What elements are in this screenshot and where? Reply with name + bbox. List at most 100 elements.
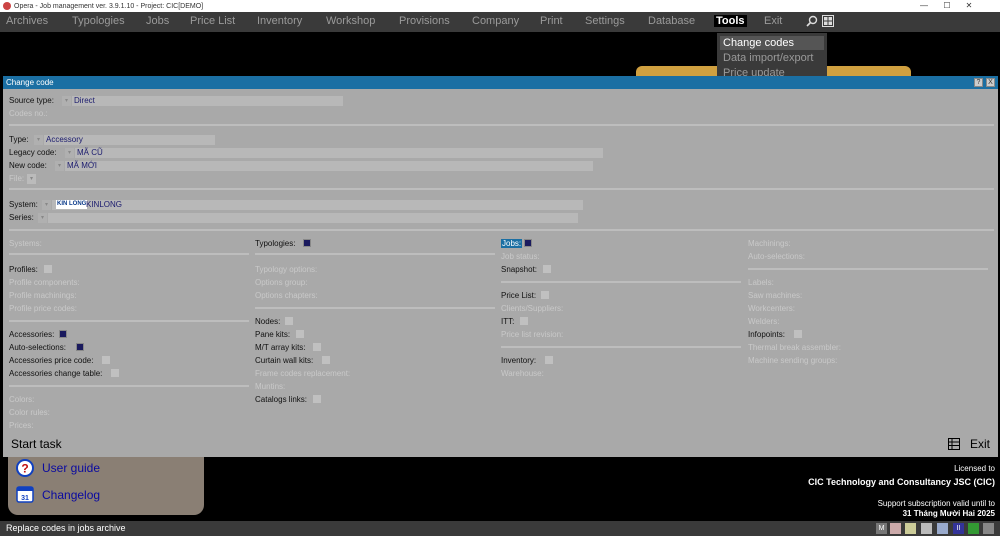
save-icon[interactable] bbox=[937, 523, 948, 534]
legacy-code-field[interactable]: MÃ CŨ bbox=[75, 148, 603, 158]
curtain-wall-kits-label: Curtain wall kits: bbox=[255, 356, 314, 365]
accessories-change-table-checkbox[interactable] bbox=[111, 369, 119, 377]
menu-item-change-codes[interactable]: Change codes bbox=[720, 36, 824, 50]
price-list-revision-label: Price list revision: bbox=[501, 330, 564, 339]
thermal-break-assembler-label: Thermal break assembler: bbox=[748, 343, 841, 352]
catalogs-links-checkbox[interactable] bbox=[313, 395, 321, 403]
system-dropdown-button[interactable]: ▾ bbox=[42, 200, 51, 210]
infopoints-checkbox[interactable] bbox=[794, 330, 802, 338]
snapshot-label: Snapshot: bbox=[501, 265, 538, 274]
menu-exit[interactable]: Exit bbox=[764, 15, 782, 27]
inventory-checkbox[interactable] bbox=[545, 356, 553, 364]
type-dropdown-button[interactable]: ▾ bbox=[34, 135, 43, 145]
legacy-code-dropdown-button[interactable]: ▾ bbox=[65, 148, 74, 158]
machine-auto-selections-label: Auto-selections: bbox=[748, 252, 805, 261]
accessories-change-table-label: Accessories change table: bbox=[9, 369, 103, 378]
profile-machinings-label: Profile machinings: bbox=[9, 291, 77, 300]
m-icon[interactable]: M bbox=[876, 523, 887, 534]
menu-archives[interactable]: Archives bbox=[6, 15, 48, 27]
user-guide-link[interactable]: User guide bbox=[42, 461, 100, 475]
status-text: Replace codes in jobs archive bbox=[6, 523, 126, 533]
support-date: 31 Tháng Mười Hai 2025 bbox=[902, 509, 995, 518]
series-dropdown-button[interactable]: ▾ bbox=[38, 213, 47, 223]
windows-grid-icon[interactable] bbox=[822, 15, 834, 27]
new-code-dropdown-button[interactable]: ▾ bbox=[55, 161, 64, 171]
nodes-label: Nodes: bbox=[255, 317, 281, 326]
menu-company[interactable]: Company bbox=[472, 15, 519, 27]
typologies-label: Typologies: bbox=[255, 239, 296, 248]
minimize-button[interactable]: — bbox=[917, 0, 931, 12]
curtain-wall-kits-checkbox[interactable] bbox=[322, 356, 330, 364]
separator bbox=[9, 124, 994, 126]
price-list-checkbox[interactable] bbox=[541, 291, 549, 299]
pane-kits-checkbox[interactable] bbox=[296, 330, 304, 338]
color-rules-label: Color rules: bbox=[9, 408, 50, 417]
system-label: System: bbox=[9, 200, 38, 209]
licensee-company: CIC Technology and Consultancy JSC (CIC) bbox=[808, 477, 995, 487]
maximize-button[interactable]: ☐ bbox=[940, 0, 954, 12]
menu-price-list[interactable]: Price List bbox=[190, 15, 235, 27]
series-label: Series: bbox=[9, 213, 34, 222]
auto-selections-label: Auto-selections: bbox=[9, 343, 66, 352]
file-browse-button[interactable]: ▾ bbox=[27, 174, 36, 184]
menu-inventory[interactable]: Inventory bbox=[257, 15, 302, 27]
calendar-icon: 31 bbox=[16, 486, 34, 503]
help-panel: ? User guide 31 Changelog bbox=[8, 457, 204, 515]
colors-label: Colors: bbox=[9, 395, 35, 404]
accessories-price-code-checkbox[interactable] bbox=[102, 356, 110, 364]
separator bbox=[748, 268, 988, 270]
jobs-label-text: Jobs: bbox=[501, 239, 523, 248]
source-type-dropdown-button[interactable]: ▾ bbox=[62, 96, 71, 106]
changelog-link[interactable]: Changelog bbox=[42, 488, 100, 502]
separator bbox=[9, 253, 249, 255]
auto-selections-checkbox[interactable] bbox=[76, 343, 84, 351]
catalogs-links-label: Catalogs links: bbox=[255, 395, 308, 404]
print-preview-icon[interactable] bbox=[890, 523, 901, 534]
menu-jobs[interactable]: Jobs bbox=[146, 15, 169, 27]
menu-tools[interactable]: Tools bbox=[714, 15, 747, 27]
kinlong-logo: KIN LONG bbox=[56, 200, 88, 209]
trash-icon[interactable] bbox=[983, 523, 994, 534]
source-type-field[interactable]: Direct bbox=[72, 96, 343, 106]
search-icon[interactable] bbox=[806, 15, 818, 27]
support-label: Support subscription valid until to bbox=[877, 499, 995, 508]
menu-typologies[interactable]: Typologies bbox=[72, 15, 125, 27]
snapshot-checkbox[interactable] bbox=[543, 265, 551, 273]
menu-settings[interactable]: Settings bbox=[585, 15, 625, 27]
menu-database[interactable]: Database bbox=[648, 15, 695, 27]
start-task-button[interactable]: Start task bbox=[11, 437, 62, 451]
mt-array-kits-checkbox[interactable] bbox=[313, 343, 321, 351]
monitor-icon[interactable] bbox=[921, 523, 932, 534]
clients-suppliers-label: Clients/Suppliers: bbox=[501, 304, 564, 313]
series-field[interactable] bbox=[48, 213, 578, 223]
mail-icon[interactable] bbox=[905, 523, 916, 534]
menu-workshop[interactable]: Workshop bbox=[326, 15, 375, 27]
window-titlebar: Opera - Job management ver. 3.9.1.10 - P… bbox=[0, 0, 1000, 12]
book-icon[interactable] bbox=[968, 523, 979, 534]
jobs-checkbox[interactable] bbox=[524, 239, 532, 247]
menu-item-data-import-export[interactable]: Data import/export bbox=[720, 51, 824, 65]
labels-label: Labels: bbox=[748, 278, 774, 287]
accessories-checkbox[interactable] bbox=[59, 330, 67, 338]
system-value: KINLONG bbox=[86, 200, 123, 209]
machine-sending-groups-label: Machine sending groups: bbox=[748, 356, 838, 365]
profiles-checkbox[interactable] bbox=[44, 265, 52, 273]
exit-button[interactable]: Exit bbox=[970, 437, 990, 451]
typologies-checkbox[interactable] bbox=[303, 239, 311, 247]
warehouse-label: Warehouse: bbox=[501, 369, 544, 378]
nodes-checkbox[interactable] bbox=[285, 317, 293, 325]
pause-icon[interactable]: II bbox=[953, 523, 964, 534]
separator bbox=[255, 307, 495, 309]
menu-provisions[interactable]: Provisions bbox=[399, 15, 450, 27]
help-button[interactable]: ? bbox=[974, 78, 983, 87]
question-icon: ? bbox=[16, 459, 34, 477]
new-code-field[interactable]: MÃ MỚI bbox=[65, 161, 593, 171]
profile-components-label: Profile components: bbox=[9, 278, 80, 287]
system-field[interactable] bbox=[52, 200, 583, 210]
close-window-button[interactable]: ✕ bbox=[962, 0, 976, 12]
table-icon[interactable] bbox=[948, 438, 960, 450]
type-field[interactable]: Accessory bbox=[44, 135, 215, 145]
menu-print[interactable]: Print bbox=[540, 15, 563, 27]
itt-checkbox[interactable] bbox=[520, 317, 528, 325]
dialog-close-button[interactable]: X bbox=[986, 78, 995, 87]
